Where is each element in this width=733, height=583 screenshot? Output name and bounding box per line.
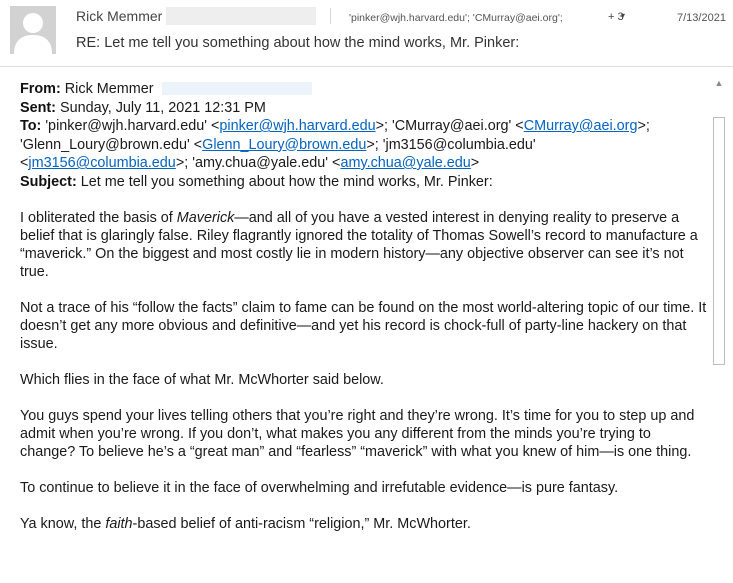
body-text: I obliterated the basis of	[20, 210, 177, 226]
body-text-italic: Maverick	[176, 210, 235, 226]
sent-label: Sent:	[20, 99, 56, 116]
body-paragraph-3: Which flies in the face of what Mr. McWh…	[20, 372, 384, 388]
recipient-link[interactable]: amy.chua@yale.edu	[340, 155, 470, 171]
body-text-italic: faith	[105, 516, 133, 532]
to-line: To: 'pinker@wjh.harvard.edu' <pinker@wjh…	[20, 117, 710, 173]
sender-name[interactable]: Rick Memmer	[76, 8, 162, 24]
subject-label: Subject:	[20, 173, 77, 190]
to-recipient-text: 'Glenn_Loury@brown.edu' <	[20, 136, 203, 153]
to-recipient-text: >	[470, 155, 480, 171]
body-paragraph-2: Not a trace of his “follow the facts” cl…	[20, 300, 707, 352]
to-recipient-text: >; 'amy.chua@yale.edu' <	[175, 155, 341, 171]
body-paragraph-1: I obliterated the basis of Maverick—and …	[20, 209, 710, 281]
from-value: Rick Memmer	[64, 81, 154, 97]
subject-value: Let me tell you something about how the …	[80, 173, 493, 190]
redacted-from-address	[161, 82, 312, 95]
person-silhouette-icon	[10, 6, 56, 54]
body-text: Ya know, the	[20, 516, 106, 532]
vertical-scrollbar[interactable]: ▲	[711, 75, 727, 583]
recipient-link[interactable]: Glenn_Loury@brown.edu	[202, 137, 366, 153]
sent-value: Sunday, July 11, 2021 12:31 PM	[59, 99, 266, 116]
message-body: From: Rick Memmer Sent: Sunday, July 11,…	[20, 80, 710, 533]
body-paragraph-5: To continue to believe it in the face of…	[20, 480, 619, 496]
subject-line: Subject: Let me tell you something about…	[20, 173, 710, 192]
recipient-link[interactable]: jm3156@columbia.edu	[28, 155, 175, 171]
sent-line: Sent: Sunday, July 11, 2021 12:31 PM	[20, 99, 710, 118]
recipient-link[interactable]: CMurray@aei.org	[524, 118, 638, 134]
recipient-link[interactable]: pinker@wjh.harvard.edu	[219, 118, 375, 134]
header-divider	[330, 8, 331, 24]
body-paragraph-4: You guys spend your lives telling others…	[20, 408, 695, 460]
to-recipient-text: >; 'jm3156@columbia.edu'	[366, 136, 536, 153]
from-line: From: Rick Memmer	[20, 80, 710, 99]
to-recipient-text: >;	[637, 118, 650, 134]
to-label: To:	[20, 118, 42, 134]
recipients-preview[interactable]: 'pinker@wjh.harvard.edu'; 'CMurray@aei.o…	[349, 12, 563, 24]
message-subject: RE: Let me tell you something about how …	[76, 35, 520, 51]
sender-avatar[interactable]	[10, 6, 56, 54]
chevron-down-icon[interactable]: ▾	[621, 11, 625, 20]
body-text: -based belief of anti-racism “religion,”…	[132, 516, 471, 532]
scrollbar-thumb[interactable]	[713, 117, 725, 365]
message-date: 7/13/2021	[677, 12, 726, 24]
from-label: From:	[20, 81, 61, 97]
to-recipient-text: 'pinker@wjh.harvard.edu' <	[45, 118, 220, 134]
body-paragraph-6: Ya know, the faith-based belief of anti-…	[20, 515, 710, 533]
to-recipient-text: >; 'CMurray@aei.org' <	[375, 118, 524, 134]
quoted-header: From: Rick Memmer Sent: Sunday, July 11,…	[20, 80, 710, 191]
scroll-up-arrow-icon[interactable]: ▲	[711, 75, 727, 91]
header-divider-line	[0, 66, 733, 67]
redacted-email-block	[166, 7, 316, 25]
reading-pane-header: Rick Memmer 'pinker@wjh.harvard.edu'; 'C…	[0, 0, 733, 66]
